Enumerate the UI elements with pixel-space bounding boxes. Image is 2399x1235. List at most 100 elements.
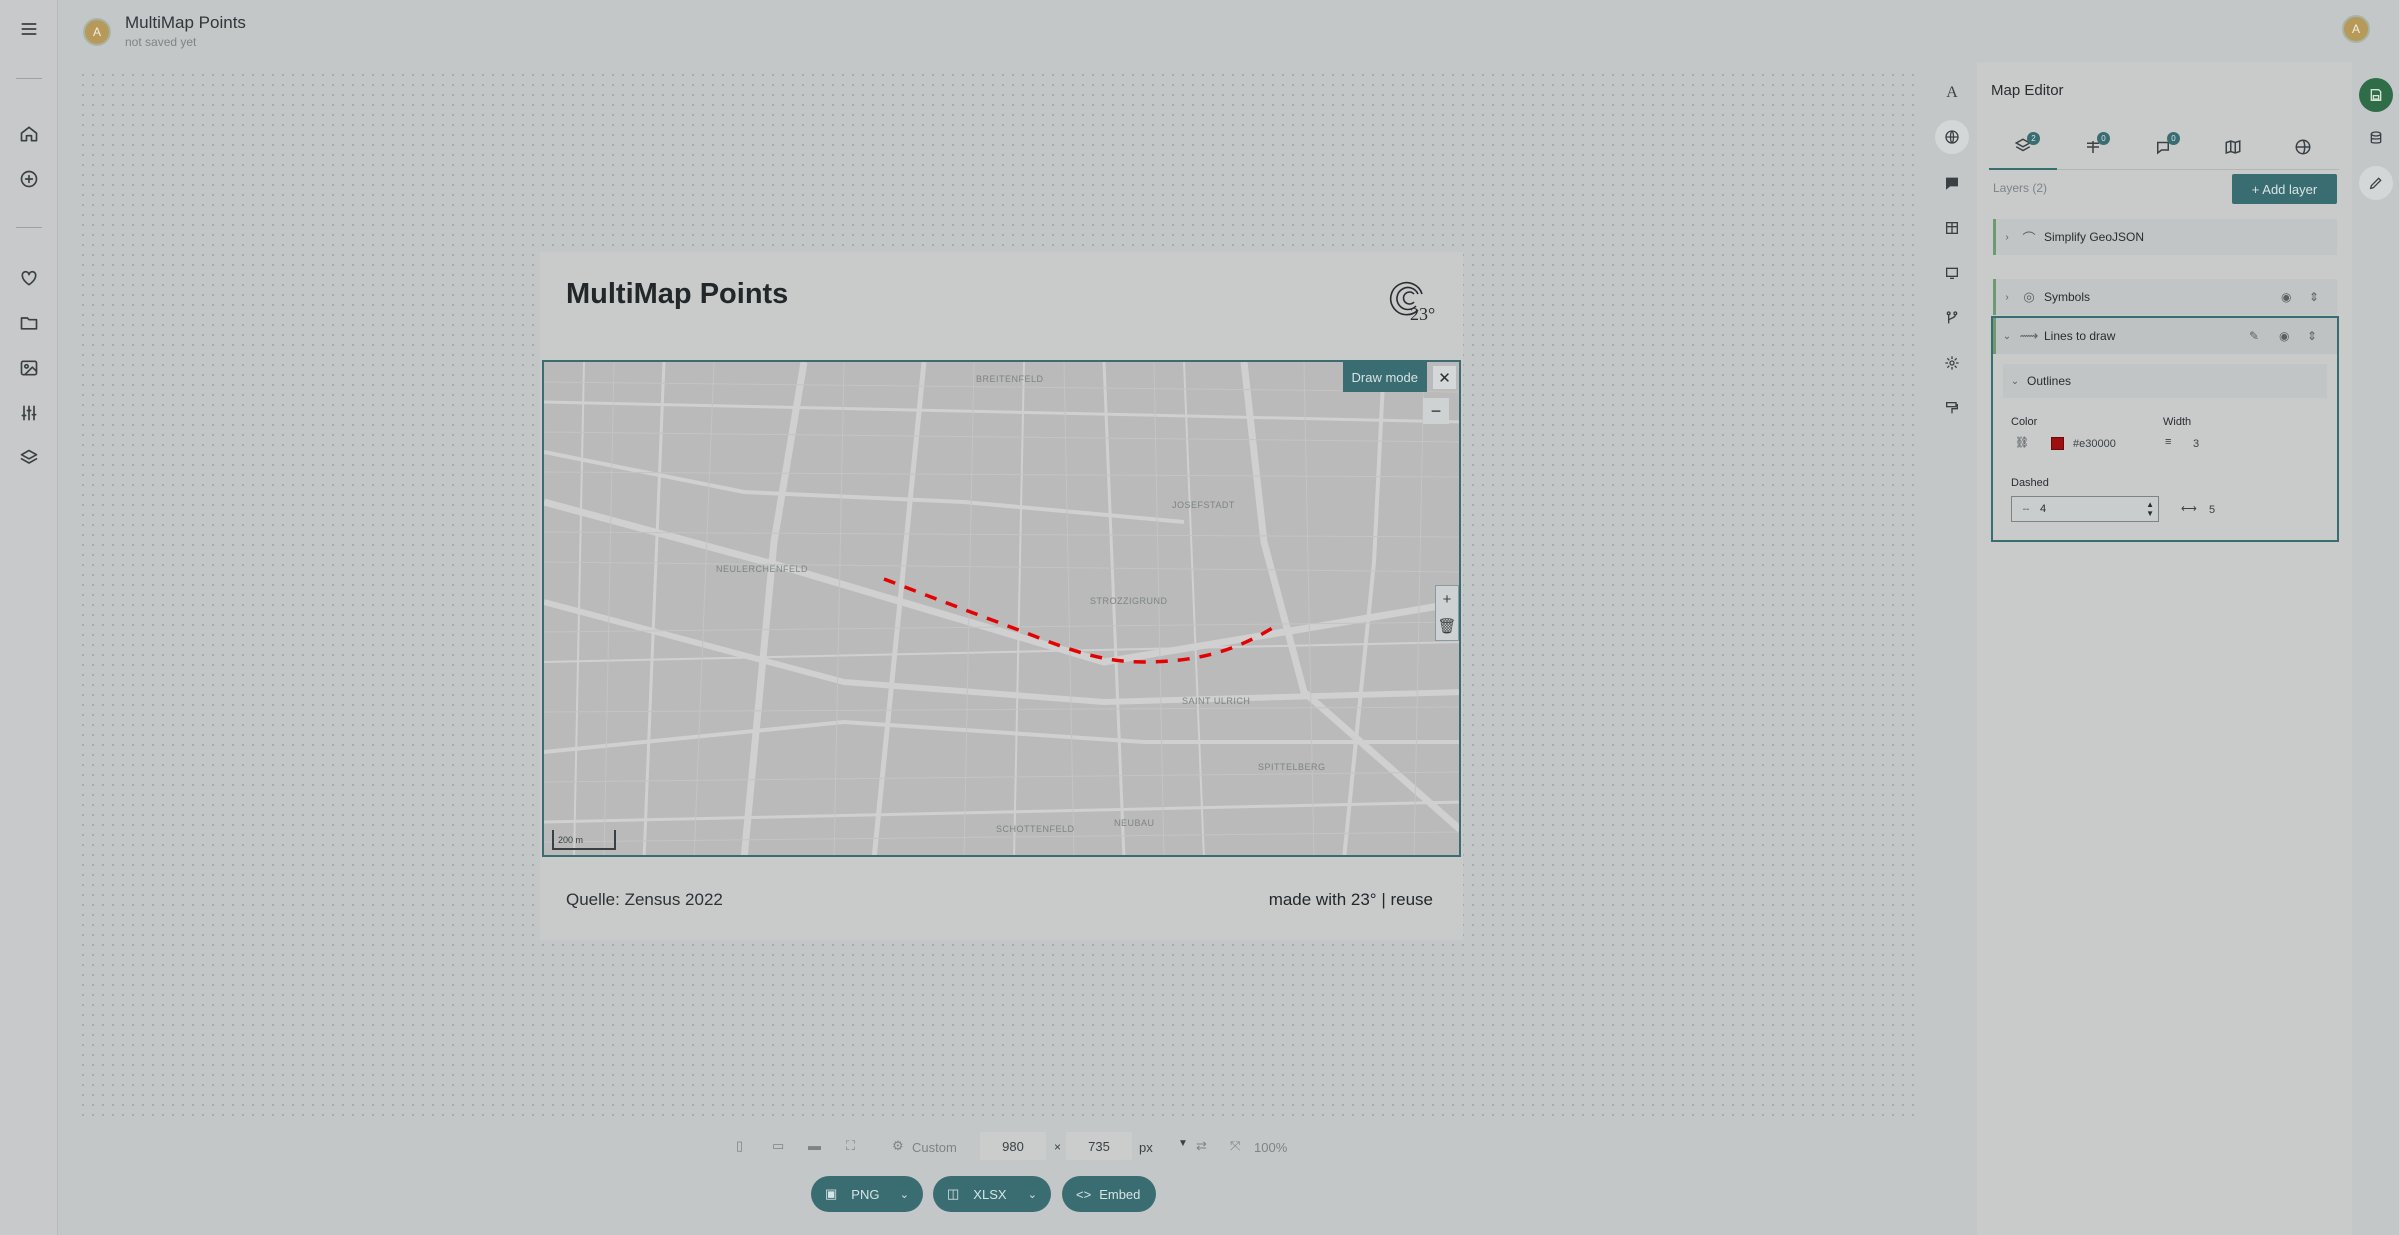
chevron-down-icon[interactable]: ⌄ [1028, 1188, 1037, 1201]
tablet-size-icon[interactable]: ▭ [772, 1138, 784, 1154]
laptop-size-icon[interactable]: ▬ [808, 1138, 821, 1153]
outlines-label: Outlines [2027, 374, 2072, 388]
menu-icon[interactable] [15, 15, 43, 43]
dash-length-input[interactable]: ╌ 4 ▲ ▼ [2011, 496, 2159, 522]
chevron-down-icon[interactable]: ⌄ [900, 1188, 909, 1201]
map-icon [2225, 139, 2241, 155]
text-tool-icon[interactable]: A [1941, 82, 1963, 104]
layer-item[interactable]: › ⌒ Simplify GeoJSON [1993, 219, 2337, 255]
left-navigation [0, 0, 58, 1235]
logo-text: 23° [1410, 304, 1435, 322]
home-icon[interactable] [15, 120, 43, 148]
eye-icon[interactable]: ◉ [2279, 329, 2289, 343]
symbols-icon: ◎ [2023, 289, 2035, 304]
reorder-icon[interactable]: ⇕ [2309, 290, 2319, 304]
width-icon: ≡ [2165, 436, 2172, 448]
pencil-icon[interactable]: ✎ [2249, 329, 2259, 343]
tab-popups[interactable]: 0 [2129, 124, 2197, 170]
chevron-right-icon[interactable]: › [1996, 292, 2018, 303]
layer-expanded: ⌄ ⟿ Lines to draw ✎ ◉ ⇕ ⌄ Outlines Color… [1991, 316, 2339, 542]
chevron-right-icon[interactable]: › [1996, 232, 2018, 243]
close-icon[interactable]: ✕ [1433, 366, 1456, 389]
zoom-out-button[interactable]: − [1423, 398, 1449, 424]
width-label: Width [2163, 416, 2192, 428]
xlsx-label: XLSX [973, 1186, 1007, 1202]
dashed-label: Dashed [2011, 477, 2049, 489]
map-view[interactable]: BREITENFELD JOSEFSTADT NEULERCHENFELD ST… [542, 360, 1461, 857]
globe-icon [2295, 139, 2311, 155]
picture-tool-icon[interactable] [1941, 262, 1963, 284]
layer-item[interactable]: › ◎ Symbols ◉ ⇕ [1993, 279, 2337, 315]
chevron-down-icon[interactable]: ⌄ [2003, 376, 2027, 387]
user-avatar[interactable]: A [2342, 15, 2370, 43]
unit-select[interactable]: px [1139, 1140, 1153, 1155]
save-icon [2370, 89, 2382, 101]
swap-icon[interactable]: ⇄ [1196, 1138, 1207, 1154]
editor-tabs: 2 0 0 [1989, 124, 2339, 170]
nav-divider [16, 78, 42, 79]
line-icon: ⟿ [2019, 328, 2039, 343]
export-xlsx-button[interactable]: ◫ XLSX ⌄ [933, 1176, 1051, 1212]
branch-tool-icon[interactable] [1941, 307, 1963, 329]
sliders-icon[interactable] [15, 399, 43, 427]
pencil-tool-button[interactable] [2359, 166, 2393, 200]
embed-button[interactable]: <> Embed [1062, 1176, 1156, 1212]
map-editor-panel: Map Editor 2 0 0 Layers (2) + Add layer … [1977, 62, 2352, 1235]
export-png-button[interactable]: ▣ PNG ⌄ [811, 1176, 923, 1212]
scale-bar: 200 m [552, 830, 616, 850]
eye-icon[interactable]: ◉ [2281, 290, 2291, 304]
tab-basemap[interactable] [2199, 124, 2267, 170]
stepper-icon[interactable]: ▲ ▼ [2146, 500, 2154, 518]
height-input[interactable]: 735 [1066, 1132, 1132, 1160]
outlines-section[interactable]: ⌄ Outlines [2003, 364, 2327, 398]
simplify-icon: ⌒ [2022, 230, 2036, 246]
map-card: MultiMap Points 23° BREITENFELD JOSEFSTA… [540, 252, 1463, 940]
trash-icon[interactable]: 🗑 [1437, 617, 1456, 635]
draw-add-button[interactable]: + [1443, 591, 1452, 608]
chevron-down-icon[interactable]: ⌄ [1996, 331, 2018, 342]
card-title[interactable]: MultiMap Points [566, 278, 788, 311]
basemap [544, 362, 1459, 855]
width-value[interactable]: 3 [2193, 438, 2199, 450]
globe-tool-icon[interactable] [1935, 120, 1969, 154]
dash-value[interactable]: 4 [2040, 503, 2046, 515]
pencil-icon [2369, 177, 2382, 190]
tab-badge: 0 [2167, 132, 2180, 145]
database-icon[interactable] [2364, 126, 2388, 150]
gap-value[interactable]: 5 [2209, 504, 2215, 516]
fullscreen-icon[interactable]: ⛶ [846, 1138, 855, 1154]
comment-tool-icon[interactable] [1941, 172, 1963, 194]
layer-name: Simplify GeoJSON [2044, 230, 2145, 244]
panel-title: Map Editor [1991, 82, 2064, 99]
link-icon[interactable]: ⛓ [2015, 436, 2029, 449]
chevron-down-icon[interactable]: ▼ [1178, 1138, 1188, 1149]
size-preset[interactable]: Custom [912, 1140, 957, 1155]
width-input[interactable]: 980 [980, 1132, 1046, 1160]
gear-icon[interactable] [1941, 352, 1963, 374]
plus-circle-icon[interactable] [15, 165, 43, 193]
reorder-icon[interactable]: ⇕ [2307, 329, 2317, 343]
paint-roller-icon[interactable] [1941, 397, 1963, 419]
gap-icon: ⟷ [2181, 503, 2197, 515]
gear-icon: ⚙ [892, 1138, 904, 1153]
source-text[interactable]: Quelle: Zensus 2022 [566, 890, 723, 910]
fit-icon[interactable]: ⤧ [1230, 1138, 1240, 1154]
tab-layers[interactable]: 2 [1989, 124, 2057, 170]
color-value[interactable]: #e30000 [2073, 438, 2116, 450]
tab-projection[interactable] [2269, 124, 2337, 170]
layers-icon[interactable] [15, 444, 43, 472]
project-title[interactable]: MultiMap Points [125, 13, 246, 33]
folder-icon[interactable] [15, 309, 43, 337]
heart-icon[interactable] [15, 264, 43, 292]
project-avatar: A [83, 18, 111, 46]
color-swatch[interactable] [2051, 437, 2064, 450]
table-tool-icon[interactable] [1941, 217, 1963, 239]
image-icon[interactable] [15, 354, 43, 382]
layer-item[interactable]: ⌄ ⟿ Lines to draw ✎ ◉ ⇕ [1993, 318, 2337, 354]
tab-filters[interactable]: 0 [2059, 124, 2127, 170]
save-button[interactable] [2359, 78, 2393, 112]
phone-size-icon[interactable]: ▯ [736, 1138, 743, 1154]
map-label: STROZZIGRUND [1090, 596, 1168, 606]
add-layer-button[interactable]: + Add layer [2232, 174, 2337, 204]
draw-tools: + 🗑 [1435, 585, 1459, 641]
